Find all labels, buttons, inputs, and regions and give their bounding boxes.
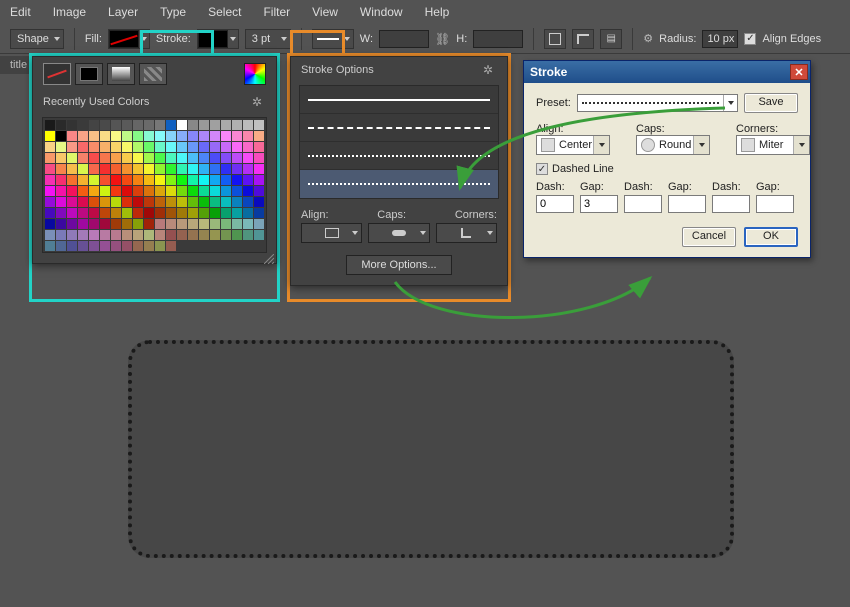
tool-mode-combo[interactable]: Shape — [10, 29, 64, 49]
preset-dropdown[interactable] — [577, 94, 738, 112]
gradient-type[interactable] — [107, 63, 135, 85]
dash1-label: Dash: — [536, 181, 574, 193]
so-caps-label: Caps: — [377, 209, 406, 221]
dlg-corners-select[interactable]: Miter — [736, 135, 810, 155]
dash2-label: Dash: — [624, 181, 662, 193]
options-bar: Shape Fill: Stroke: 3 pt W: ⛓ H: ▤ ⚙ Rad… — [0, 24, 850, 54]
so-caps-combo[interactable] — [368, 223, 429, 243]
gap1-input[interactable] — [580, 195, 618, 213]
dlg-align-label: Align: — [536, 123, 610, 135]
stroke-dialog: Stroke ✕ Preset: Save Align: Center Caps… — [523, 60, 811, 258]
dash3-input[interactable] — [712, 195, 750, 213]
stroke-preset-dotted1[interactable] — [300, 142, 498, 170]
stroke-preset-dotted2[interactable] — [300, 170, 498, 198]
dash2-input[interactable] — [624, 195, 662, 213]
menu-filter[interactable]: Filter — [263, 5, 290, 19]
stroke-dialog-title: Stroke — [530, 65, 567, 79]
so-corners-label: Corners: — [455, 209, 497, 221]
close-icon[interactable]: ✕ — [790, 64, 808, 80]
so-align-combo[interactable] — [301, 223, 362, 243]
stroke-options-panel: Stroke Options ✲ Align: Caps: Corners: M… — [290, 56, 508, 286]
dashed-line-checkbox[interactable]: ✓ — [536, 163, 548, 175]
gap2-input[interactable] — [668, 195, 706, 213]
radius-field[interactable]: 10 px — [702, 30, 738, 48]
ok-button[interactable]: OK — [744, 227, 798, 247]
menu-view[interactable]: View — [312, 5, 338, 19]
gap1-label: Gap: — [580, 181, 618, 193]
path-align-icon[interactable] — [572, 29, 594, 49]
canvas-shape[interactable] — [128, 340, 734, 558]
stroke-options-title: Stroke Options — [301, 64, 374, 76]
save-button[interactable]: Save — [744, 93, 798, 113]
w-label: W: — [360, 33, 373, 45]
align-edges-label: Align Edges — [762, 33, 821, 45]
color-picker-icon[interactable] — [244, 63, 266, 85]
menu-bar: Edit Image Layer Type Select Filter View… — [0, 0, 850, 24]
gap3-label: Gap: — [756, 181, 794, 193]
width-field[interactable] — [379, 30, 429, 48]
stroke-options-menu-icon[interactable]: ✲ — [483, 63, 497, 77]
so-align-label: Align: — [301, 209, 329, 221]
gap2-label: Gap: — [668, 181, 706, 193]
stroke-preset-list — [299, 85, 499, 199]
no-color-type[interactable] — [43, 63, 71, 85]
color-swatch-grid[interactable] — [42, 117, 267, 253]
resize-grip-icon[interactable] — [264, 251, 274, 261]
panel-menu-icon[interactable]: ✲ — [252, 95, 266, 109]
radius-label: Radius: — [659, 33, 696, 45]
gear-icon[interactable]: ⚙ — [643, 32, 653, 45]
solid-color-type[interactable] — [75, 63, 103, 85]
fill-label: Fill: — [85, 33, 102, 45]
dash3-label: Dash: — [712, 181, 750, 193]
path-arrange-icon[interactable]: ▤ — [600, 29, 622, 49]
gap3-input[interactable] — [756, 195, 794, 213]
more-options-button[interactable]: More Options... — [346, 255, 451, 275]
dlg-caps-label: Caps: — [636, 123, 710, 135]
recent-colors-label: Recently Used Colors — [43, 96, 149, 108]
h-label: H: — [456, 33, 467, 45]
menu-help[interactable]: Help — [425, 5, 450, 19]
menu-layer[interactable]: Layer — [108, 5, 138, 19]
height-field[interactable] — [473, 30, 523, 48]
so-corners-combo[interactable] — [436, 223, 497, 243]
menu-edit[interactable]: Edit — [10, 5, 31, 19]
color-picker-panel: Recently Used Colors ✲ — [32, 56, 277, 264]
dashed-line-label: Dashed Line — [552, 163, 614, 175]
dlg-align-select[interactable]: Center — [536, 135, 610, 155]
cancel-button[interactable]: Cancel — [682, 227, 736, 247]
pattern-type[interactable] — [139, 63, 167, 85]
stroke-preset-dashed[interactable] — [300, 114, 498, 142]
dlg-caps-select[interactable]: Round — [636, 135, 710, 155]
menu-image[interactable]: Image — [53, 5, 86, 19]
link-icon[interactable]: ⛓ — [435, 32, 450, 46]
menu-window[interactable]: Window — [360, 5, 403, 19]
menu-select[interactable]: Select — [208, 5, 241, 19]
dash1-input[interactable] — [536, 195, 574, 213]
menu-type[interactable]: Type — [160, 5, 186, 19]
path-combine-icon[interactable] — [544, 29, 566, 49]
stroke-width-combo[interactable]: 3 pt — [245, 29, 291, 49]
dlg-corners-label: Corners: — [736, 123, 810, 135]
align-edges-checkbox[interactable]: ✓ — [744, 33, 756, 45]
stroke-preset-solid[interactable] — [300, 86, 498, 114]
preset-label: Preset: — [536, 97, 571, 109]
